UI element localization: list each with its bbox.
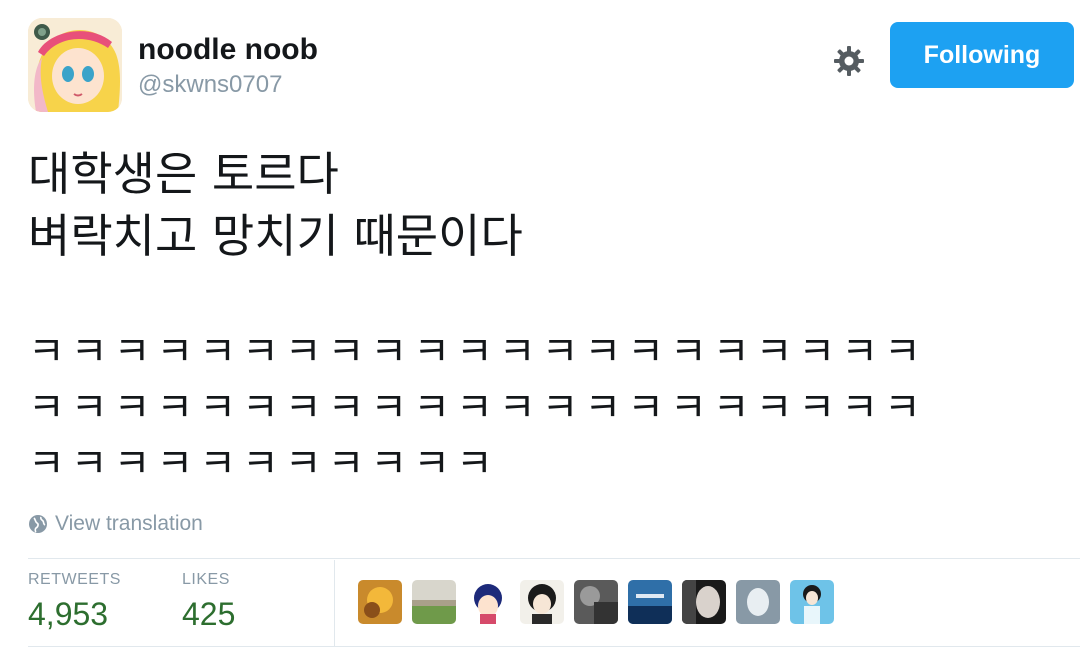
tweet-line: ㅋㅋㅋㅋㅋㅋㅋㅋㅋㅋㅋㅋㅋㅋㅋㅋㅋㅋㅋㅋㅋ <box>28 385 927 431</box>
tweet-header: noodle noob @skwns0707 Following <box>28 18 1080 118</box>
retweets-stat[interactable]: RETWEETS 4,953 <box>28 570 121 634</box>
tweet-line: 대학생은 토르다 <box>28 147 339 201</box>
liker-avatars <box>358 580 844 624</box>
user-handle[interactable]: @skwns0707 <box>138 70 318 100</box>
stats-divider <box>334 560 335 646</box>
liker-avatar[interactable] <box>736 580 780 624</box>
view-translation-label: View translation <box>55 512 203 535</box>
divider <box>28 558 1080 559</box>
retweets-count: 4,953 <box>28 596 109 632</box>
tweet-text: 대학생은 토르다 벼락치고 망치기 때문이다 <box>28 143 1068 267</box>
gear-icon <box>834 46 864 76</box>
avatar[interactable] <box>28 18 122 112</box>
liker-avatar[interactable] <box>412 580 456 624</box>
tweet-line: ㅋㅋㅋㅋㅋㅋㅋㅋㅋㅋㅋ <box>28 441 499 487</box>
likes-count: 425 <box>182 596 236 632</box>
tweet-line: 벼락치고 망치기 때문이다 <box>28 209 523 263</box>
settings-button[interactable] <box>828 40 870 82</box>
liker-avatar[interactable] <box>574 580 618 624</box>
liker-avatar[interactable] <box>628 580 672 624</box>
liker-avatar[interactable] <box>682 580 726 624</box>
display-name[interactable]: noodle noob <box>138 32 318 68</box>
tweet-laugh-text: ㅋㅋㅋㅋㅋㅋㅋㅋㅋㅋㅋㅋㅋㅋㅋㅋㅋㅋㅋㅋㅋ ㅋㅋㅋㅋㅋㅋㅋㅋㅋㅋㅋㅋㅋㅋㅋㅋㅋㅋ… <box>28 324 1068 492</box>
likes-stat[interactable]: LIKES 425 <box>182 570 235 634</box>
tweet-line: ㅋㅋㅋㅋㅋㅋㅋㅋㅋㅋㅋㅋㅋㅋㅋㅋㅋㅋㅋㅋㅋ <box>28 329 927 375</box>
divider <box>28 646 1080 647</box>
liker-avatar[interactable] <box>466 580 510 624</box>
liker-avatar[interactable] <box>520 580 564 624</box>
view-translation-link[interactable]: View translation <box>28 512 203 536</box>
globe-icon <box>29 515 47 533</box>
liker-avatar[interactable] <box>358 580 402 624</box>
likes-label: LIKES <box>182 571 230 588</box>
retweets-label: RETWEETS <box>28 571 121 588</box>
user-names: noodle noob @skwns0707 <box>138 32 318 100</box>
liker-avatar[interactable] <box>790 580 834 624</box>
following-button[interactable]: Following <box>890 22 1074 88</box>
